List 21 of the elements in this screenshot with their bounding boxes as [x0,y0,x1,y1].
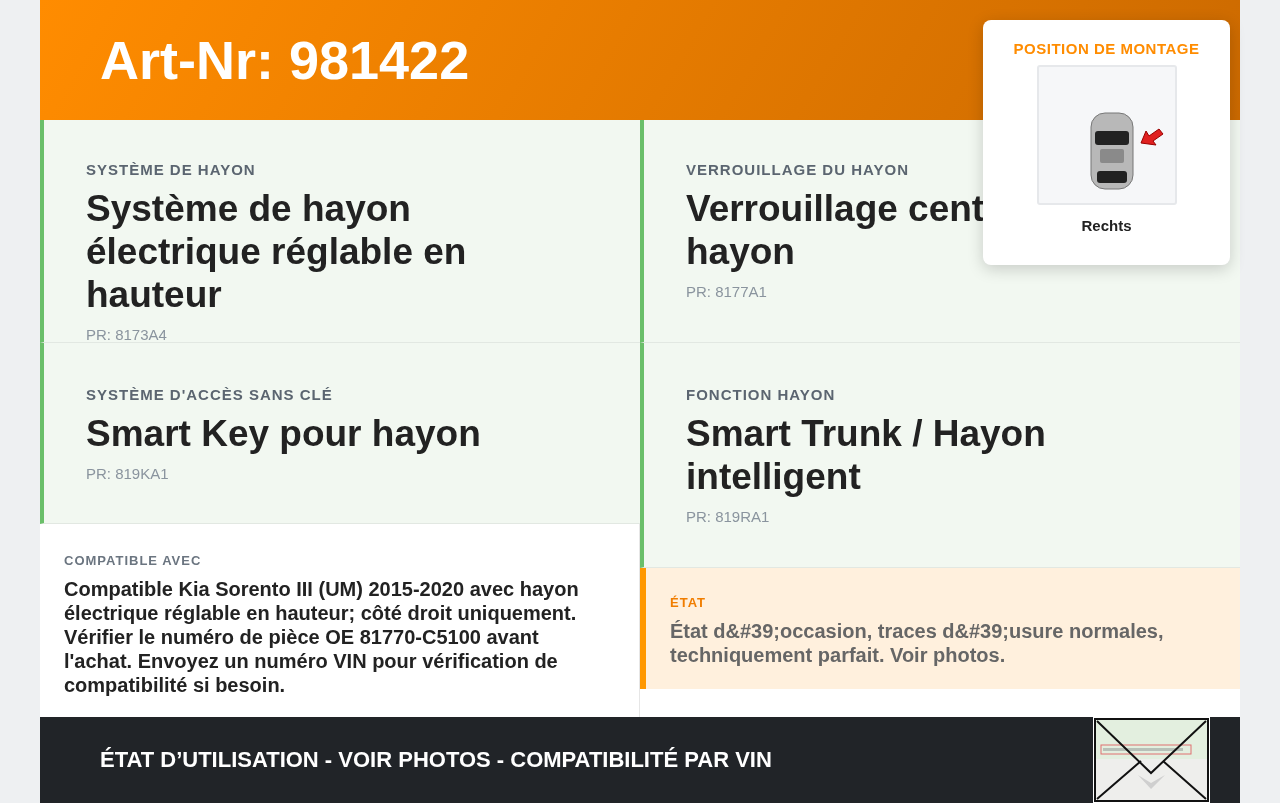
condition-text: État d&#39;occasion, traces d&#39;usure normales, techniquement parfait. Voir photos. [670,619,1165,667]
feature-label: SYSTÈME D'ACCÈS SANS CLÉ [86,386,333,403]
footer-text: ÉTAT D’UTILISATION - VOIR PHOTOS - COMPATIBILITÉ PAR VIN [100,747,772,773]
condition-label: ÉTAT [670,595,706,610]
feature-title: Smart Trunk / Hayon intelligent [686,412,1047,498]
feature-label: VERROUILLAGE DU HAYON [686,161,909,178]
feature-title: Système de hayon électrique réglable en hauteur [86,187,468,316]
feature-title: Smart Key pour hayon [86,412,481,455]
mounting-position-label: POSITION DE MONTAGE [1013,40,1200,57]
feature-label: FONCTION HAYON [686,386,836,403]
pr-code: PR: 819KA1 [86,465,169,482]
pr-code: PR: 8173A4 [86,326,167,343]
compatibility-label: COMPATIBLE AVEC [64,553,202,568]
pr-code: PR: 8177A1 [686,283,767,300]
compatibility-text: Compatible Kia Sorento III (UM) 2015-2020 avec hayon électrique réglable en hauteur; côté droit uniquement. Vérifier le numéro de pièce OE 81770-C5100 avant l'achat. Envoyez un numéro VIN pour vérification de compatibilité si besoin. [64,577,580,697]
feature-title: Verrouillage cent hayon [686,187,985,273]
arrow-icon [1140,128,1163,146]
mounting-side: Rechts [1081,217,1132,234]
feature-label: SYSTÈME DE HAYON [86,161,256,178]
article-number: Art-Nr: 981422 [100,29,470,91]
pr-code: PR: 819RA1 [686,508,770,525]
